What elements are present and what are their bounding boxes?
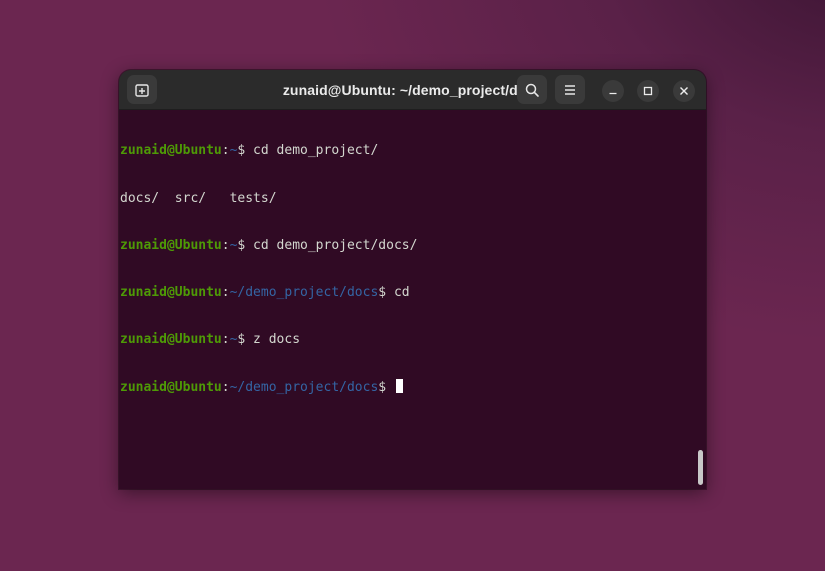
prompt-user-host: zunaid@Ubuntu xyxy=(120,379,222,395)
command-text: cd xyxy=(386,284,410,300)
maximize-button[interactable] xyxy=(637,80,659,102)
search-icon xyxy=(525,83,539,97)
new-tab-button[interactable] xyxy=(127,75,157,104)
command-text: cd demo_project/ xyxy=(245,143,379,159)
prompt-path: ~/demo_project/docs xyxy=(229,379,379,395)
terminal-line: docs/ src/ tests/ xyxy=(120,191,706,207)
command-text: cd demo_project/docs/ xyxy=(245,237,418,253)
terminal-line: zunaid@Ubuntu:~/demo_project/docs$ xyxy=(120,378,706,395)
minimize-button[interactable] xyxy=(602,80,624,102)
command-text xyxy=(386,380,394,395)
command-text: z docs xyxy=(245,331,301,347)
prompt-separator: : xyxy=(221,143,230,159)
prompt-user-host: zunaid@Ubuntu xyxy=(120,331,222,347)
scrollbar-thumb[interactable] xyxy=(698,450,703,485)
header-bar: zunaid@Ubuntu: ~/demo_project/docs xyxy=(119,70,706,110)
terminal-window: zunaid@Ubuntu: ~/demo_project/docs zunai… xyxy=(119,70,706,489)
prompt-sigil: $ xyxy=(378,284,387,300)
prompt-separator: : xyxy=(221,284,230,300)
menu-button[interactable] xyxy=(555,75,585,104)
minimize-icon xyxy=(609,92,617,95)
prompt-path: ~/demo_project/docs xyxy=(229,284,379,300)
terminal-line: zunaid@Ubuntu:~$ cd demo_project/docs/ xyxy=(120,238,706,254)
hamburger-menu-icon xyxy=(565,84,575,95)
prompt-separator: : xyxy=(221,237,230,253)
terminal-line: zunaid@Ubuntu:~$ cd demo_project/ xyxy=(120,143,706,159)
terminal-line: zunaid@Ubuntu:~$ z docs xyxy=(120,332,706,348)
command-output: docs/ src/ tests/ xyxy=(120,190,277,206)
terminal-output[interactable]: zunaid@Ubuntu:~$ cd demo_project/ docs/ … xyxy=(119,110,706,489)
terminal-line: zunaid@Ubuntu:~/demo_project/docs$ cd xyxy=(120,285,706,301)
prompt-user-host: zunaid@Ubuntu xyxy=(120,284,222,300)
prompt-separator: : xyxy=(221,379,230,395)
prompt-sigil: $ xyxy=(378,379,387,395)
prompt-user-host: zunaid@Ubuntu xyxy=(120,237,222,253)
search-button[interactable] xyxy=(517,75,547,104)
close-button[interactable] xyxy=(673,80,695,102)
close-icon xyxy=(680,87,688,95)
prompt-separator: : xyxy=(221,331,230,347)
maximize-icon xyxy=(643,86,653,96)
text-cursor xyxy=(395,378,403,393)
prompt-user-host: zunaid@Ubuntu xyxy=(120,143,222,159)
new-tab-icon xyxy=(135,83,149,97)
